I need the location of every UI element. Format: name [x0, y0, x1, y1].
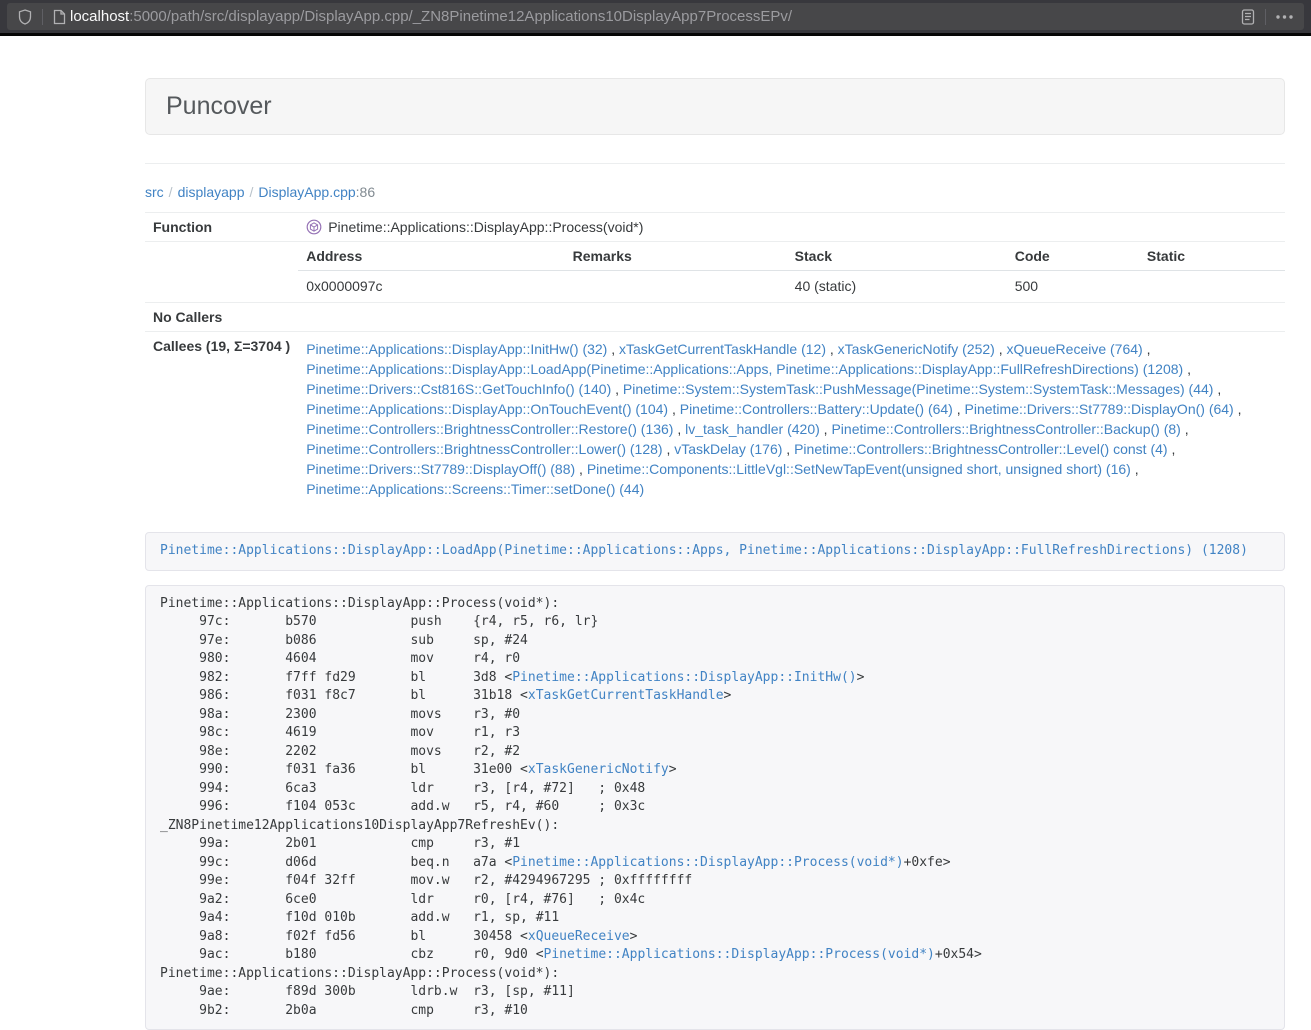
- assembly-symbol-link[interactable]: Pinetime::Applications::DisplayApp::Proc…: [544, 947, 935, 962]
- callee-link[interactable]: Pinetime::Controllers::BrightnessControl…: [306, 441, 662, 457]
- callee-link[interactable]: Pinetime::Applications::DisplayApp::Load…: [306, 361, 1183, 377]
- page-info-icon[interactable]: [51, 9, 68, 25]
- browser-toolbar: localhost:5000/path/src/displayapp/Displ…: [0, 0, 1311, 33]
- callee-link[interactable]: Pinetime::Applications::DisplayApp::Init…: [306, 341, 607, 357]
- assembly-symbol-link[interactable]: Pinetime::Applications::DisplayApp::Proc…: [512, 855, 903, 870]
- callee-link[interactable]: Pinetime::Controllers::Battery::Update()…: [680, 401, 953, 417]
- no-callers-row: No Callers: [145, 303, 1285, 332]
- callees-label: Callees (19, Σ=3704 ): [145, 332, 298, 509]
- code-size-value: 500: [1007, 271, 1139, 303]
- breadcrumb: src/displayapp/DisplayApp.cpp:86: [145, 184, 1285, 200]
- breadcrumb-displayapp-link[interactable]: displayapp: [178, 184, 245, 200]
- column-header-address: Address: [298, 242, 564, 271]
- function-name-cell: Pinetime::Applications::DisplayApp::Proc…: [298, 213, 1285, 242]
- callee-link[interactable]: Pinetime::Controllers::BrightnessControl…: [831, 421, 1180, 437]
- callees-list: Pinetime::Applications::DisplayApp::Init…: [298, 332, 1285, 509]
- callees-row: Callees (19, Σ=3704 ) Pinetime::Applicat…: [145, 332, 1285, 509]
- static-value: [1139, 271, 1285, 303]
- metrics-table: Address Remarks Stack Code Static 0x0000…: [298, 242, 1285, 302]
- toolbar-divider: [42, 9, 43, 25]
- cube-symbol-icon: [306, 219, 322, 235]
- column-header-code: Code: [1007, 242, 1139, 271]
- function-label: Function: [145, 213, 298, 242]
- metrics-header-row: Address Remarks Stack Code Static: [298, 242, 1285, 271]
- stack-value: 40 (static): [787, 271, 1007, 303]
- metrics-row: Address Remarks Stack Code Static 0x0000…: [145, 242, 1285, 303]
- callee-link[interactable]: Pinetime::Controllers::BrightnessControl…: [306, 421, 673, 437]
- divider: [145, 163, 1285, 164]
- breadcrumb-src-link[interactable]: src: [145, 184, 164, 200]
- breadcrumb-line-number: :86: [356, 184, 375, 200]
- highlighted-callee-snippet: Pinetime::Applications::DisplayApp::Load…: [145, 532, 1285, 571]
- page-title: Puncover: [166, 92, 1264, 120]
- callee-link[interactable]: Pinetime::Drivers::St7789::DisplayOff() …: [306, 461, 575, 477]
- callee-link[interactable]: Pinetime::Drivers::Cst816S::GetTouchInfo…: [306, 381, 611, 397]
- symbol-details-table: Function Pinetime::Applications::Display…: [145, 212, 1285, 508]
- address-value: 0x0000097c: [298, 271, 564, 303]
- metrics-row-spacer: [145, 242, 298, 303]
- window-edge: [0, 33, 1311, 36]
- metrics-table-cell: Address Remarks Stack Code Static 0x0000…: [298, 242, 1285, 303]
- remarks-value: [565, 271, 787, 303]
- metrics-value-row: 0x0000097c 40 (static) 500: [298, 271, 1285, 303]
- callee-link[interactable]: Pinetime::System::SystemTask::PushMessag…: [623, 381, 1214, 397]
- loadapp-snippet-link[interactable]: Pinetime::Applications::DisplayApp::Load…: [160, 543, 1248, 558]
- url-text[interactable]: localhost:5000/path/src/displayapp/Displ…: [70, 8, 1239, 25]
- column-header-remarks: Remarks: [565, 242, 787, 271]
- assembly-symbol-link[interactable]: xTaskGenericNotify: [528, 762, 669, 777]
- column-header-stack: Stack: [787, 242, 1007, 271]
- callee-link[interactable]: Pinetime::Drivers::St7789::DisplayOn() (…: [965, 401, 1234, 417]
- breadcrumb-file-link[interactable]: DisplayApp.cpp: [258, 184, 355, 200]
- breadcrumb-separator: /: [250, 184, 254, 200]
- app-header: Puncover: [145, 78, 1285, 135]
- reader-mode-icon[interactable]: [1239, 9, 1257, 25]
- callee-link[interactable]: xQueueReceive (764): [1007, 341, 1143, 357]
- toolbar-divider: [1265, 9, 1266, 25]
- more-options-icon[interactable]: [1274, 15, 1295, 19]
- callee-link[interactable]: lv_task_handler (420): [685, 421, 820, 437]
- callee-link[interactable]: vTaskDelay (176): [674, 441, 782, 457]
- callee-link[interactable]: Pinetime::Controllers::BrightnessControl…: [794, 441, 1167, 457]
- assembly-symbol-link[interactable]: Pinetime::Applications::DisplayApp::Init…: [512, 670, 856, 685]
- url-host: localhost: [70, 8, 129, 25]
- assembly-symbol-link[interactable]: xTaskGetCurrentTaskHandle: [528, 688, 724, 703]
- assembly-symbol-link[interactable]: xQueueReceive: [528, 929, 630, 944]
- callee-link[interactable]: Pinetime::Components::LittleVgl::SetNewT…: [587, 461, 1131, 477]
- no-callers-label: No Callers: [145, 303, 298, 332]
- callee-link[interactable]: Pinetime::Applications::DisplayApp::OnTo…: [306, 401, 668, 417]
- callee-link[interactable]: xTaskGetCurrentTaskHandle (12): [619, 341, 826, 357]
- callee-link[interactable]: Pinetime::Applications::Screens::Timer::…: [306, 481, 644, 497]
- disassembly-listing: Pinetime::Applications::DisplayApp::Proc…: [145, 585, 1285, 1030]
- callee-link[interactable]: xTaskGenericNotify (252): [838, 341, 995, 357]
- column-header-static: Static: [1139, 242, 1285, 271]
- function-name: Pinetime::Applications::DisplayApp::Proc…: [328, 219, 643, 235]
- breadcrumb-separator: /: [169, 184, 173, 200]
- address-bar[interactable]: localhost:5000/path/src/displayapp/Displ…: [7, 3, 1304, 30]
- url-path: :5000/path/src/displayapp/DisplayApp.cpp…: [129, 8, 792, 25]
- function-row: Function Pinetime::Applications::Display…: [145, 213, 1285, 242]
- tracking-protection-shield-icon[interactable]: [16, 9, 34, 25]
- page-container: Puncover src/displayapp/DisplayApp.cpp:8…: [145, 78, 1285, 1030]
- callers-cell: [298, 303, 1285, 332]
